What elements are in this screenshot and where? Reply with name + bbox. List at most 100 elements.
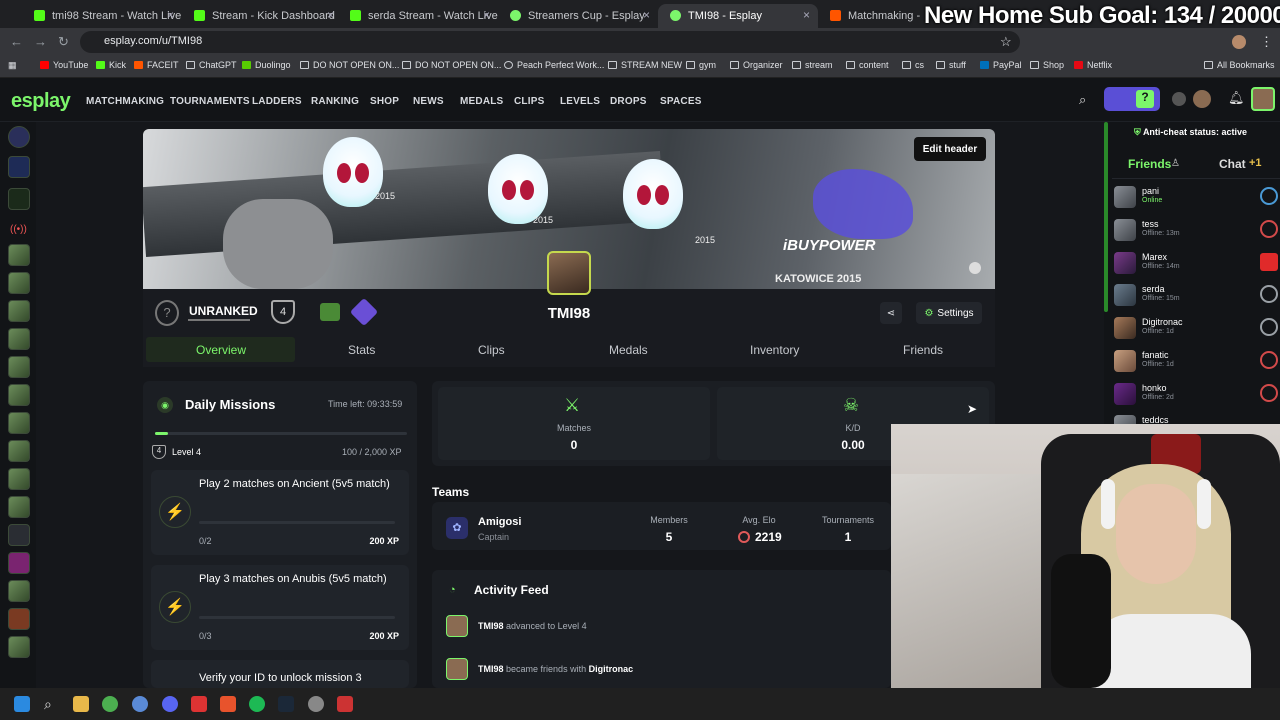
close-icon[interactable]: × bbox=[327, 8, 334, 22]
close-icon[interactable]: × bbox=[483, 8, 490, 22]
back-icon[interactable]: ← bbox=[10, 34, 23, 49]
bookmark-kick[interactable]: Kick bbox=[96, 60, 126, 70]
bookmark-folder[interactable]: DO NOT OPEN ON... bbox=[402, 60, 501, 70]
bookmark-folder[interactable]: gym bbox=[686, 60, 716, 70]
rail-avatar[interactable] bbox=[8, 272, 30, 294]
rail-avatar[interactable] bbox=[8, 608, 30, 630]
url-input[interactable]: esplay.com/u/TMI98 bbox=[80, 31, 1020, 53]
browser-tab[interactable]: tmi98 Stream - Watch Live on K× bbox=[22, 4, 182, 28]
bookmark-folder[interactable]: cs bbox=[902, 60, 924, 70]
rail-avatar[interactable] bbox=[8, 328, 30, 350]
profile-avatar[interactable] bbox=[547, 251, 591, 295]
forward-icon[interactable]: → bbox=[34, 34, 47, 49]
browser-tab-active[interactable]: TMI98 - Esplay × bbox=[658, 4, 818, 28]
mission-item-locked[interactable]: Verify your ID to unlock mission 3 bbox=[151, 660, 409, 688]
bookmark-star-icon[interactable]: ☆ bbox=[1000, 34, 1012, 50]
shield-app-icon[interactable] bbox=[191, 696, 207, 712]
rail-avatar[interactable] bbox=[8, 636, 30, 658]
bookmark-duolingo[interactable]: Duolingo bbox=[242, 60, 291, 70]
activity-avatar[interactable] bbox=[446, 615, 468, 637]
file-explorer-icon[interactable] bbox=[73, 696, 89, 712]
obs-icon[interactable] bbox=[308, 696, 324, 712]
nav-tournaments[interactable]: TOURNAMENTS bbox=[170, 96, 250, 107]
user-avatar[interactable] bbox=[1193, 90, 1211, 108]
panel-scrollbar[interactable] bbox=[1104, 122, 1108, 312]
alliance-badge-icon[interactable] bbox=[320, 303, 340, 321]
friend-item[interactable]: serda Offline: 15m bbox=[1114, 282, 1280, 312]
rail-avatar[interactable] bbox=[8, 244, 30, 266]
browser-tab[interactable]: Stream - Kick Dashboard × bbox=[182, 4, 342, 28]
nav-shop[interactable]: SHOP bbox=[370, 96, 399, 107]
brave-icon[interactable] bbox=[220, 696, 236, 712]
friend-item[interactable]: fanatic Offline: 1d bbox=[1114, 348, 1280, 378]
rail-avatar[interactable] bbox=[8, 384, 30, 406]
party-icon[interactable] bbox=[1172, 92, 1186, 106]
friend-item[interactable]: tess Offline: 13m bbox=[1114, 217, 1280, 247]
bookmark-folder[interactable]: Shop bbox=[1030, 60, 1064, 70]
tab-stats[interactable]: Stats bbox=[348, 343, 375, 357]
tab-friends[interactable]: Friends bbox=[903, 343, 943, 357]
bookmark-chatgpt[interactable]: ChatGPT bbox=[186, 60, 237, 70]
friend-item[interactable]: pani Online bbox=[1114, 184, 1280, 214]
nav-spaces[interactable]: SPACES bbox=[660, 96, 702, 107]
profile-avatar[interactable] bbox=[1251, 87, 1275, 111]
nav-clips[interactable]: CLIPS bbox=[514, 96, 544, 107]
bookmark-folder[interactable]: stuff bbox=[936, 60, 966, 70]
menu-kebab-icon[interactable]: ⋮ bbox=[1260, 34, 1273, 50]
activity-avatar[interactable] bbox=[446, 658, 468, 680]
search-icon[interactable]: ⌕ bbox=[44, 696, 60, 712]
bookmark-all[interactable]: All Bookmarks bbox=[1204, 60, 1275, 70]
nav-levels[interactable]: LEVELS bbox=[560, 96, 600, 107]
friend-item[interactable]: Marex Offline: 14m bbox=[1114, 250, 1280, 280]
rail-avatar[interactable] bbox=[8, 440, 30, 462]
rail-alliance-icon[interactable] bbox=[8, 188, 30, 210]
tab-chat[interactable]: Chat bbox=[1219, 157, 1246, 171]
app-icon[interactable] bbox=[337, 696, 353, 712]
chrome-icon[interactable] bbox=[102, 696, 118, 712]
edit-header-button[interactable]: Edit header bbox=[914, 137, 986, 161]
tab-inventory[interactable]: Inventory bbox=[750, 343, 799, 357]
steam-icon[interactable] bbox=[969, 262, 981, 274]
browser-tab[interactable]: Matchmaking - Europe bbox=[818, 4, 922, 28]
windows-start-icon[interactable] bbox=[14, 696, 30, 712]
app-icon[interactable] bbox=[132, 696, 148, 712]
search-icon[interactable]: ⌕ bbox=[1079, 92, 1086, 108]
friend-item[interactable]: Digitronac Offline: 1d bbox=[1114, 315, 1280, 345]
browser-tab[interactable]: Streamers Cup - Esplay × bbox=[498, 4, 658, 28]
bookmark-folder[interactable]: Organizer bbox=[730, 60, 783, 70]
rail-unknown-icon[interactable] bbox=[8, 524, 30, 546]
bookmark-folder[interactable]: STREAM NEW bbox=[608, 60, 682, 70]
rail-game-icon[interactable] bbox=[8, 156, 30, 178]
rail-avatar[interactable] bbox=[8, 300, 30, 322]
esplay-logo[interactable]: esplay bbox=[11, 90, 71, 113]
tab-clips[interactable]: Clips bbox=[478, 343, 505, 357]
rail-avatar[interactable] bbox=[8, 580, 30, 602]
apps-icon[interactable]: ▦ bbox=[8, 60, 17, 71]
nav-medals[interactable]: MEDALS bbox=[460, 96, 503, 107]
settings-button[interactable]: ⚙ Settings bbox=[916, 302, 982, 324]
profile-avatar-icon[interactable] bbox=[1232, 35, 1246, 49]
bookmark-youtube[interactable]: YouTube bbox=[40, 60, 88, 70]
bookmark-faceit[interactable]: FACEIT bbox=[134, 60, 179, 70]
spotify-icon[interactable] bbox=[249, 696, 265, 712]
bell-icon[interactable]: 🔔︎ bbox=[1228, 90, 1245, 106]
nav-news[interactable]: NEWS bbox=[413, 96, 444, 107]
rail-avatar[interactable] bbox=[8, 552, 30, 574]
steam-icon[interactable] bbox=[278, 696, 294, 712]
rail-avatar[interactable] bbox=[8, 468, 30, 490]
tab-medals[interactable]: Medals bbox=[609, 343, 648, 357]
tab-overview[interactable]: Overview bbox=[196, 343, 246, 357]
friend-item[interactable]: honko Offline: 2d bbox=[1114, 381, 1280, 411]
rail-avatar[interactable] bbox=[8, 356, 30, 378]
bookmark-folder[interactable]: stream bbox=[792, 60, 833, 70]
reload-icon[interactable]: ↻ bbox=[58, 34, 69, 50]
rail-avatar[interactable] bbox=[8, 496, 30, 518]
rail-avatar[interactable] bbox=[8, 412, 30, 434]
chat-notification-icon[interactable] bbox=[1260, 253, 1278, 271]
esplay-shield-icon[interactable] bbox=[8, 126, 30, 148]
bookmark-folder[interactable]: DO NOT OPEN ON... bbox=[300, 60, 399, 70]
nav-matchmaking[interactable]: MATCHMAKING bbox=[86, 96, 164, 107]
tab-friends-panel[interactable]: Friends bbox=[1128, 157, 1171, 171]
bookmark-peach[interactable]: Peach Perfect Work... bbox=[504, 60, 604, 70]
close-icon[interactable]: × bbox=[803, 8, 810, 22]
